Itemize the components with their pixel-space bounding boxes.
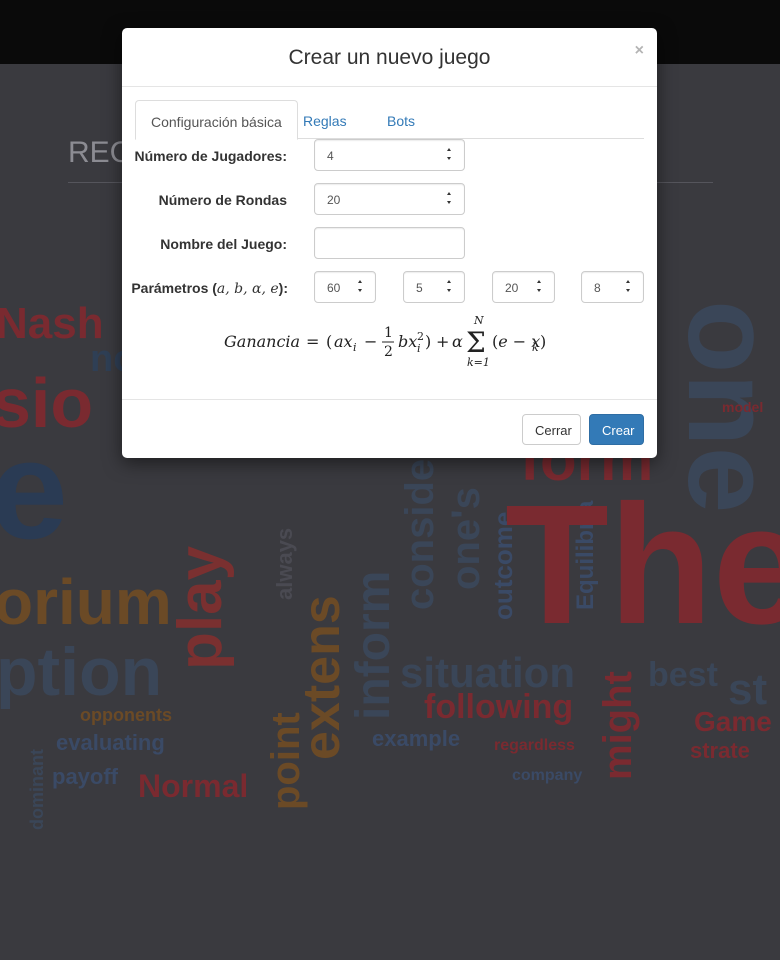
param-alpha-spinner [535,277,545,297]
param-alpha-input[interactable]: 20 [492,271,555,303]
create-button[interactable]: Crear [589,414,644,445]
formula-sum-lower: k=1 [467,356,490,369]
formula-sub-k: k [532,341,539,354]
param-e-value: 8 [594,281,601,295]
spin-up-icon[interactable] [447,148,451,151]
tab-reglas[interactable]: Reglas [288,100,362,139]
modal-title: Crear un nuevo juego [288,46,491,69]
formula-open-paren: ( [326,332,332,351]
modal-footer: Cerrar Crear [122,399,657,458]
cloud-word: orium [0,566,172,638]
rounds-value: 20 [327,193,341,207]
rounds-number-input[interactable]: 20 [314,183,465,215]
formula-sum-upper: N [473,314,484,327]
formula-sub-i: i [353,341,357,354]
spin-down-icon[interactable] [447,289,451,292]
cloud-word: Nash [0,299,104,348]
cloud-word: strate [690,738,750,763]
param-alpha-value: 20 [505,281,519,295]
tab-bots[interactable]: Bots [372,100,430,139]
cloud-word: best [648,656,718,694]
parameters-label-symbols: a, b, α, e [216,281,279,297]
parameters-row: Parámetros (a, b, α, e): 60 5 20 8 [122,271,657,303]
spin-down-icon[interactable] [537,289,541,292]
spin-up-icon[interactable] [447,192,451,195]
payoff-formula: Ganancia = ( ax i − 1 2 bx 2 i ) + α Σ N… [122,314,657,374]
cloud-word: regardless [494,737,575,754]
cloud-word: conside [398,458,442,610]
cloud-word: evaluating [56,730,165,755]
formula-ax: ax [334,332,353,351]
cloud-word: one's [444,487,488,590]
formula-close-paren: ) [425,332,431,351]
game-name-input[interactable] [314,227,465,259]
param-b-spinner [445,277,455,297]
param-b-value: 5 [416,281,423,295]
players-number-input[interactable]: 4 [314,139,465,171]
game-name-label: Nombre del Juego: [160,236,287,252]
players-value: 4 [327,149,334,163]
close-button[interactable]: Cerrar [522,414,581,445]
modal-tabs: Configuración básica Reglas Bots [135,100,644,140]
rounds-label: Número de Rondas [158,192,287,208]
cloud-word: payoff [52,764,118,789]
spin-down-icon[interactable] [626,289,630,292]
formula-equals: = [306,332,319,351]
param-e-spinner [624,277,634,297]
formula-frac-num: 1 [384,325,393,341]
rounds-spinner [445,189,455,209]
cloud-word: model [722,399,764,415]
spin-down-icon[interactable] [447,157,451,160]
param-a-input[interactable]: 60 [314,271,376,303]
cloud-word: e [0,411,68,568]
rounds-row: Número de Rondas 20 [122,183,657,215]
game-name-row: Nombre del Juego: [122,227,657,259]
formula-term-close: ) [540,332,546,351]
formula-bx: bx [398,332,417,351]
create-game-modal: Crear un nuevo juego × Configuración bás… [122,28,657,458]
formula-plus: + [436,332,449,351]
players-label: Número de Jugadores: [134,148,287,164]
formula-graphic: Ganancia = ( ax i − 1 2 bx 2 i ) + α Σ N… [224,314,546,369]
spin-up-icon[interactable] [358,280,362,283]
parameters-label-prefix: Parámetros ( [131,280,217,296]
formula-alpha: α [452,332,463,351]
param-b-input[interactable]: 5 [403,271,465,303]
cloud-word: always [272,527,297,600]
modal-header: Crear un nuevo juego × [122,28,657,87]
spin-down-icon[interactable] [447,201,451,204]
cloud-word: play [166,545,235,670]
close-icon[interactable]: × [635,42,644,60]
players-spinner [445,145,455,165]
param-e-input[interactable]: 8 [581,271,644,303]
tab-configuracion-basica[interactable]: Configuración básica [135,100,298,140]
formula-sigma: Σ [466,326,486,359]
cloud-word: extens [293,595,351,760]
spin-up-icon[interactable] [537,280,541,283]
cloud-word: opponents [80,705,172,725]
formula-lhs: Ganancia [224,332,300,351]
cloud-word: Normal [138,768,249,804]
cloud-word: st [728,665,768,714]
cloud-word: example [372,726,461,751]
formula-minus: − [364,332,377,351]
cloud-word: company [512,767,583,784]
parameters-label-suffix: ): [278,280,288,296]
cloud-word: inform [347,570,400,720]
spin-up-icon[interactable] [626,280,630,283]
param-a-spinner [356,277,366,297]
spin-up-icon[interactable] [447,280,451,283]
cloud-word: ption [0,634,163,710]
cloud-word: following [424,688,574,726]
param-a-value: 60 [327,281,341,295]
parameters-label: Parámetros (a, b, α, e): [131,280,288,297]
cloud-word: might [596,671,640,780]
formula-frac-den: 2 [384,344,393,360]
formula-sub-i2: i [417,342,421,355]
cloud-word: dominant [27,749,47,830]
spin-down-icon[interactable] [358,289,362,292]
players-row: Número de Jugadores: 4 [122,139,657,171]
